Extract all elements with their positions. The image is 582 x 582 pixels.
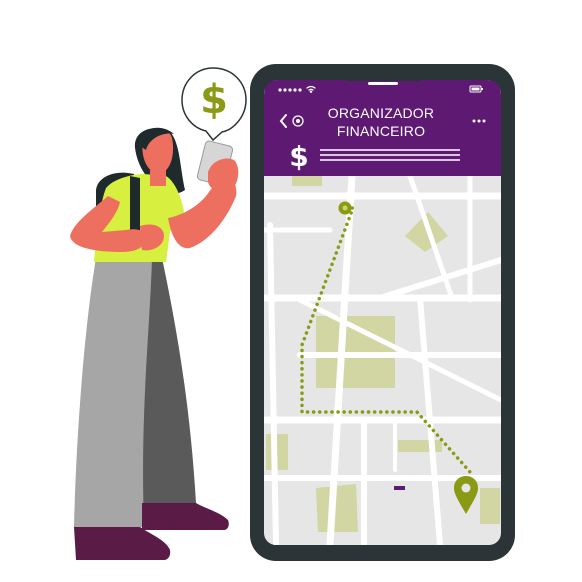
app-header: ORGANIZADOR FINANCEIRO $ (264, 68, 501, 176)
route-start-dot-icon (338, 201, 352, 215)
phone-notch (343, 68, 423, 81)
shoe-front (74, 527, 171, 560)
map-park (480, 488, 500, 524)
map-view[interactable] (264, 176, 501, 545)
map-park (316, 484, 358, 532)
more-options-button[interactable] (472, 119, 486, 123)
map-marker-small (394, 486, 405, 490)
map-park (398, 440, 442, 452)
app-title-line1: ORGANIZADOR (328, 105, 434, 121)
bubble-dollar-icon: $ (200, 77, 228, 123)
app-title-line2: FINANCEIRO (337, 123, 425, 139)
more-horizontal-icon (472, 119, 486, 123)
map-park (292, 176, 322, 186)
illustration-canvas: ORGANIZADOR FINANCEIRO $ $ (70, 64, 515, 561)
dollar-icon: $ (289, 140, 308, 173)
leg-front (74, 258, 152, 527)
phone: ORGANIZADOR FINANCEIRO $ (250, 64, 515, 561)
person (70, 127, 239, 560)
speech-bubble: $ (181, 67, 247, 142)
phone-speaker (368, 82, 398, 85)
shoe-back (142, 503, 229, 530)
